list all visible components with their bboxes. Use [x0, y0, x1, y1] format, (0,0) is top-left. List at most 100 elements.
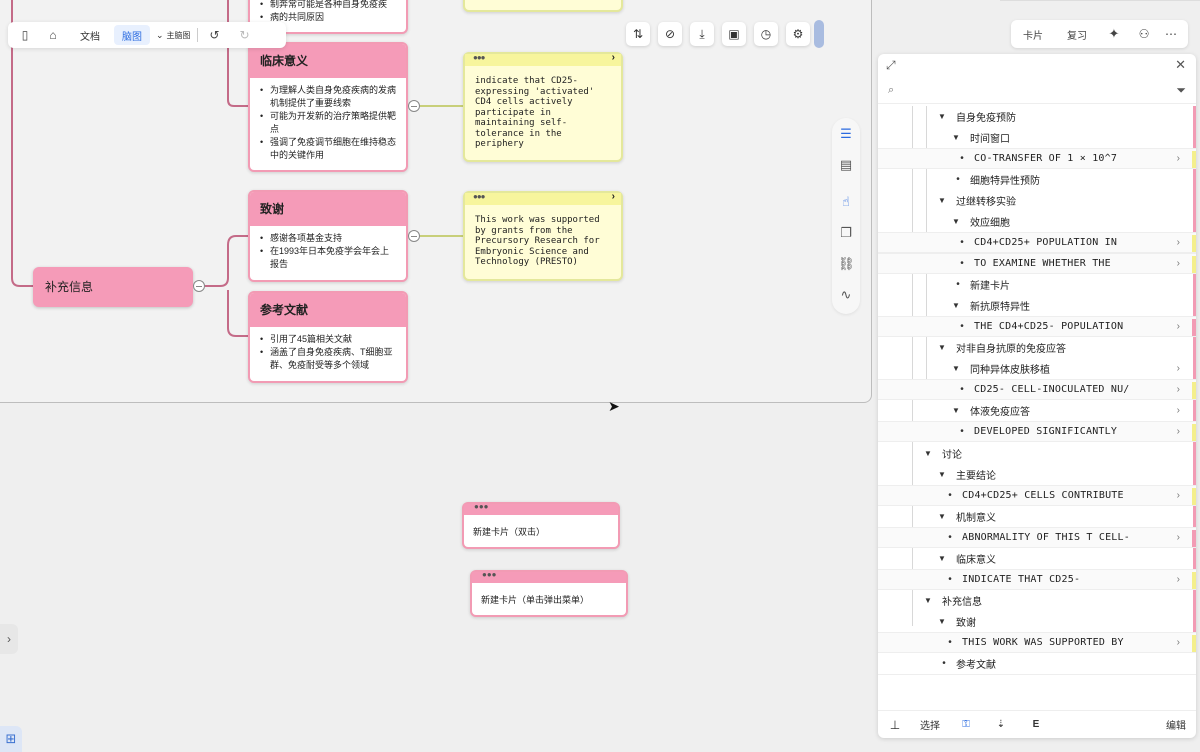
- image-icon[interactable]: ▣: [722, 22, 746, 46]
- expand-triangle-icon[interactable]: ▼: [952, 406, 964, 415]
- chevron-right-icon[interactable]: ›: [1177, 384, 1180, 395]
- outline-node-row[interactable]: ▼ 新抗原特异性: [878, 295, 1196, 316]
- search-icon[interactable]: ⌕: [888, 84, 894, 97]
- chevron-right-icon[interactable]: ›: [1177, 426, 1180, 437]
- outline-node-row[interactable]: ▼ 临床意义: [878, 548, 1196, 569]
- expand-triangle-icon[interactable]: ▼: [938, 112, 950, 121]
- outline-node-row[interactable]: ▼ 时间窗口: [878, 127, 1196, 148]
- collapse-toggle[interactable]: [408, 100, 420, 112]
- sort-icon[interactable]: ⇣: [984, 719, 1018, 730]
- outline-node-row[interactable]: ▼ 过继转移实验: [878, 190, 1196, 211]
- outline-node-row[interactable]: ▼ 体液免疫应答 ›: [878, 400, 1196, 421]
- mindmap-selector[interactable]: ⌄ 主脑图: [156, 25, 191, 45]
- note-card-thanks[interactable]: ●●● › This work was supported by grants f…: [463, 191, 623, 281]
- chevron-right-icon[interactable]: ›: [1177, 405, 1180, 416]
- note-card-partial[interactable]: [463, 0, 623, 12]
- outline-node-row[interactable]: ▼ 机制意义: [878, 506, 1196, 527]
- chevron-right-icon[interactable]: ›: [1177, 490, 1180, 501]
- expand-triangle-icon[interactable]: ▼: [938, 196, 950, 205]
- hide-icon[interactable]: ⊘: [658, 22, 682, 46]
- new-card-double-click[interactable]: ●●● 新建卡片（双击）: [462, 502, 620, 549]
- outline-node-row[interactable]: • 参考文献: [878, 653, 1196, 674]
- outline-node-row[interactable]: ▼ 同种异体皮肤移植 ›: [878, 358, 1196, 379]
- outline-card-row[interactable]: • THE CD4+CD25- POPULATION ›: [878, 316, 1196, 337]
- expand-triangle-icon[interactable]: ▼: [952, 217, 964, 226]
- library-icon[interactable]: ⌂: [42, 25, 64, 45]
- outline-icon[interactable]: ☰: [838, 126, 854, 142]
- mindmap-canvas[interactable]: 制奔常可能是各种自身免疫疾 病的共同原因 临床意义 为理解人类自身免疫疾病的发病…: [0, 0, 872, 403]
- outline-card-row[interactable]: • TO EXAMINE WHETHER THE ›: [878, 253, 1196, 274]
- outline-card-row[interactable]: • DEVELOPED SIGNIFICANTLY ›: [878, 421, 1196, 442]
- ai-sparkle-icon[interactable]: ✦: [1099, 26, 1129, 42]
- new-card-single-click[interactable]: ●●● 新建卡片（单击弹出菜单）: [470, 570, 628, 617]
- outline-card-row[interactable]: • CD4+CD25+ CELLS CONTRIBUTE ›: [878, 485, 1196, 506]
- history-icon[interactable]: ◷: [754, 22, 778, 46]
- outline-card-row[interactable]: • CO-TRANSFER OF 1 × 10^7 ›: [878, 148, 1196, 169]
- chevron-right-icon[interactable]: ›: [1177, 637, 1180, 648]
- outline-node-row[interactable]: ▼ 主要结论: [878, 464, 1196, 485]
- apps-grid-button[interactable]: ⊞: [0, 726, 22, 752]
- outline-card-row[interactable]: • INDICATE THAT CD25- ›: [878, 569, 1196, 590]
- help-translate-icon[interactable]: ⚇: [1129, 27, 1159, 41]
- layout-blocks-icon[interactable]: ▤: [838, 157, 854, 173]
- outline-node-row[interactable]: • 细胞特异性预防: [878, 169, 1196, 190]
- expand-arrow-icon[interactable]: ›: [612, 52, 615, 63]
- outline-card-row[interactable]: • CD4+CD25+ POPULATION IN ›: [878, 232, 1196, 253]
- outline-card-row[interactable]: • THIS WORK WAS SUPPORTED BY ›: [878, 632, 1196, 653]
- expand-triangle-icon[interactable]: ▼: [952, 301, 964, 310]
- edit-button[interactable]: 编辑: [1166, 717, 1186, 732]
- mindmap-node-clinical[interactable]: 临床意义 为理解人类自身免疫疾病的发病机制提供了重要线索 可能为开发新的治疗策略…: [248, 42, 408, 172]
- collapse-toggle[interactable]: [408, 230, 420, 242]
- outline-node-row[interactable]: ▼ 补充信息: [878, 590, 1196, 611]
- fullscreen-icon[interactable]: ⤢: [886, 58, 896, 73]
- close-icon[interactable]: ✕: [1175, 57, 1186, 73]
- outline-node-row[interactable]: ▼ 自身免疫预防: [878, 106, 1196, 127]
- expand-triangle-icon[interactable]: ▼: [938, 512, 950, 521]
- outline-search[interactable]: ⌕ ⏷: [878, 78, 1196, 104]
- expand-left-panel-button[interactable]: ›: [0, 624, 18, 654]
- outline-node-row[interactable]: ▼ 效应细胞: [878, 211, 1196, 232]
- mindmap-root-node[interactable]: 补充信息: [33, 267, 193, 307]
- drag-handle-icon[interactable]: ●●●: [474, 502, 489, 511]
- copy-icon[interactable]: ❐: [838, 225, 854, 241]
- chevron-right-icon[interactable]: ›: [1177, 574, 1180, 585]
- chevron-right-icon[interactable]: ›: [1177, 363, 1180, 374]
- mindmap-node-thanks[interactable]: 致谢 感谢各项基金支持 在1993年日本免疫学会年会上报告: [248, 190, 408, 282]
- outline-node-row[interactable]: ▼ 致谢: [878, 611, 1196, 632]
- outline-node-row[interactable]: •新建卡片（双击）: [878, 674, 1196, 676]
- lower-canvas[interactable]: [0, 404, 872, 752]
- scroll-handle[interactable]: [814, 20, 824, 48]
- chevron-right-icon[interactable]: ›: [1177, 153, 1180, 164]
- pointer-icon[interactable]: ☝: [838, 194, 854, 210]
- mindmap-view-button[interactable]: 脑图: [114, 25, 150, 45]
- expand-triangle-icon[interactable]: ▼: [924, 449, 936, 458]
- chevron-right-icon[interactable]: ›: [1177, 532, 1180, 543]
- redo-icon[interactable]: ↻: [234, 25, 256, 45]
- expand-triangle-icon[interactable]: ▼: [938, 470, 950, 479]
- expand-triangle-icon[interactable]: ▼: [924, 596, 936, 605]
- expand-triangle-icon[interactable]: ▼: [952, 133, 964, 142]
- filter-icon[interactable]: ⏷: [1176, 83, 1186, 98]
- expand-triangle-icon[interactable]: ▼: [938, 554, 950, 563]
- layout-icon[interactable]: ⇅: [626, 22, 650, 46]
- outline-node-row[interactable]: ▼ 讨论: [878, 443, 1196, 464]
- settings-icon[interactable]: ⚙: [786, 22, 810, 46]
- outline-card-row[interactable]: • CD25- CELL-INOCULATED NU/ ›: [878, 379, 1196, 400]
- sidebar-toggle-icon[interactable]: ▯: [14, 25, 36, 45]
- outline-node-row[interactable]: • 新建卡片: [878, 274, 1196, 295]
- lock-icon[interactable]: ⚿: [948, 719, 984, 730]
- collapse-toggle[interactable]: [193, 280, 205, 292]
- outline-node-row[interactable]: ▼ 对非自身抗原的免疫应答: [878, 337, 1196, 358]
- drag-handle-icon[interactable]: ●●●: [473, 53, 485, 62]
- expand-triangle-icon[interactable]: ▼: [938, 617, 950, 626]
- drag-handle-icon[interactable]: ●●●: [473, 192, 485, 201]
- link-icon[interactable]: ⛓: [838, 256, 855, 272]
- chevron-right-icon[interactable]: ›: [1177, 237, 1180, 248]
- outline-card-row[interactable]: • ABNORMALITY OF THIS T CELL- ›: [878, 527, 1196, 548]
- select-button[interactable]: 选择: [912, 717, 948, 732]
- card-tab[interactable]: 卡片: [1011, 27, 1055, 42]
- curve-icon[interactable]: ∿: [838, 287, 854, 303]
- chevron-right-icon[interactable]: ›: [1177, 321, 1180, 332]
- insert-icon[interactable]: ⊥: [878, 718, 912, 732]
- download-icon[interactable]: ⤓: [690, 22, 714, 46]
